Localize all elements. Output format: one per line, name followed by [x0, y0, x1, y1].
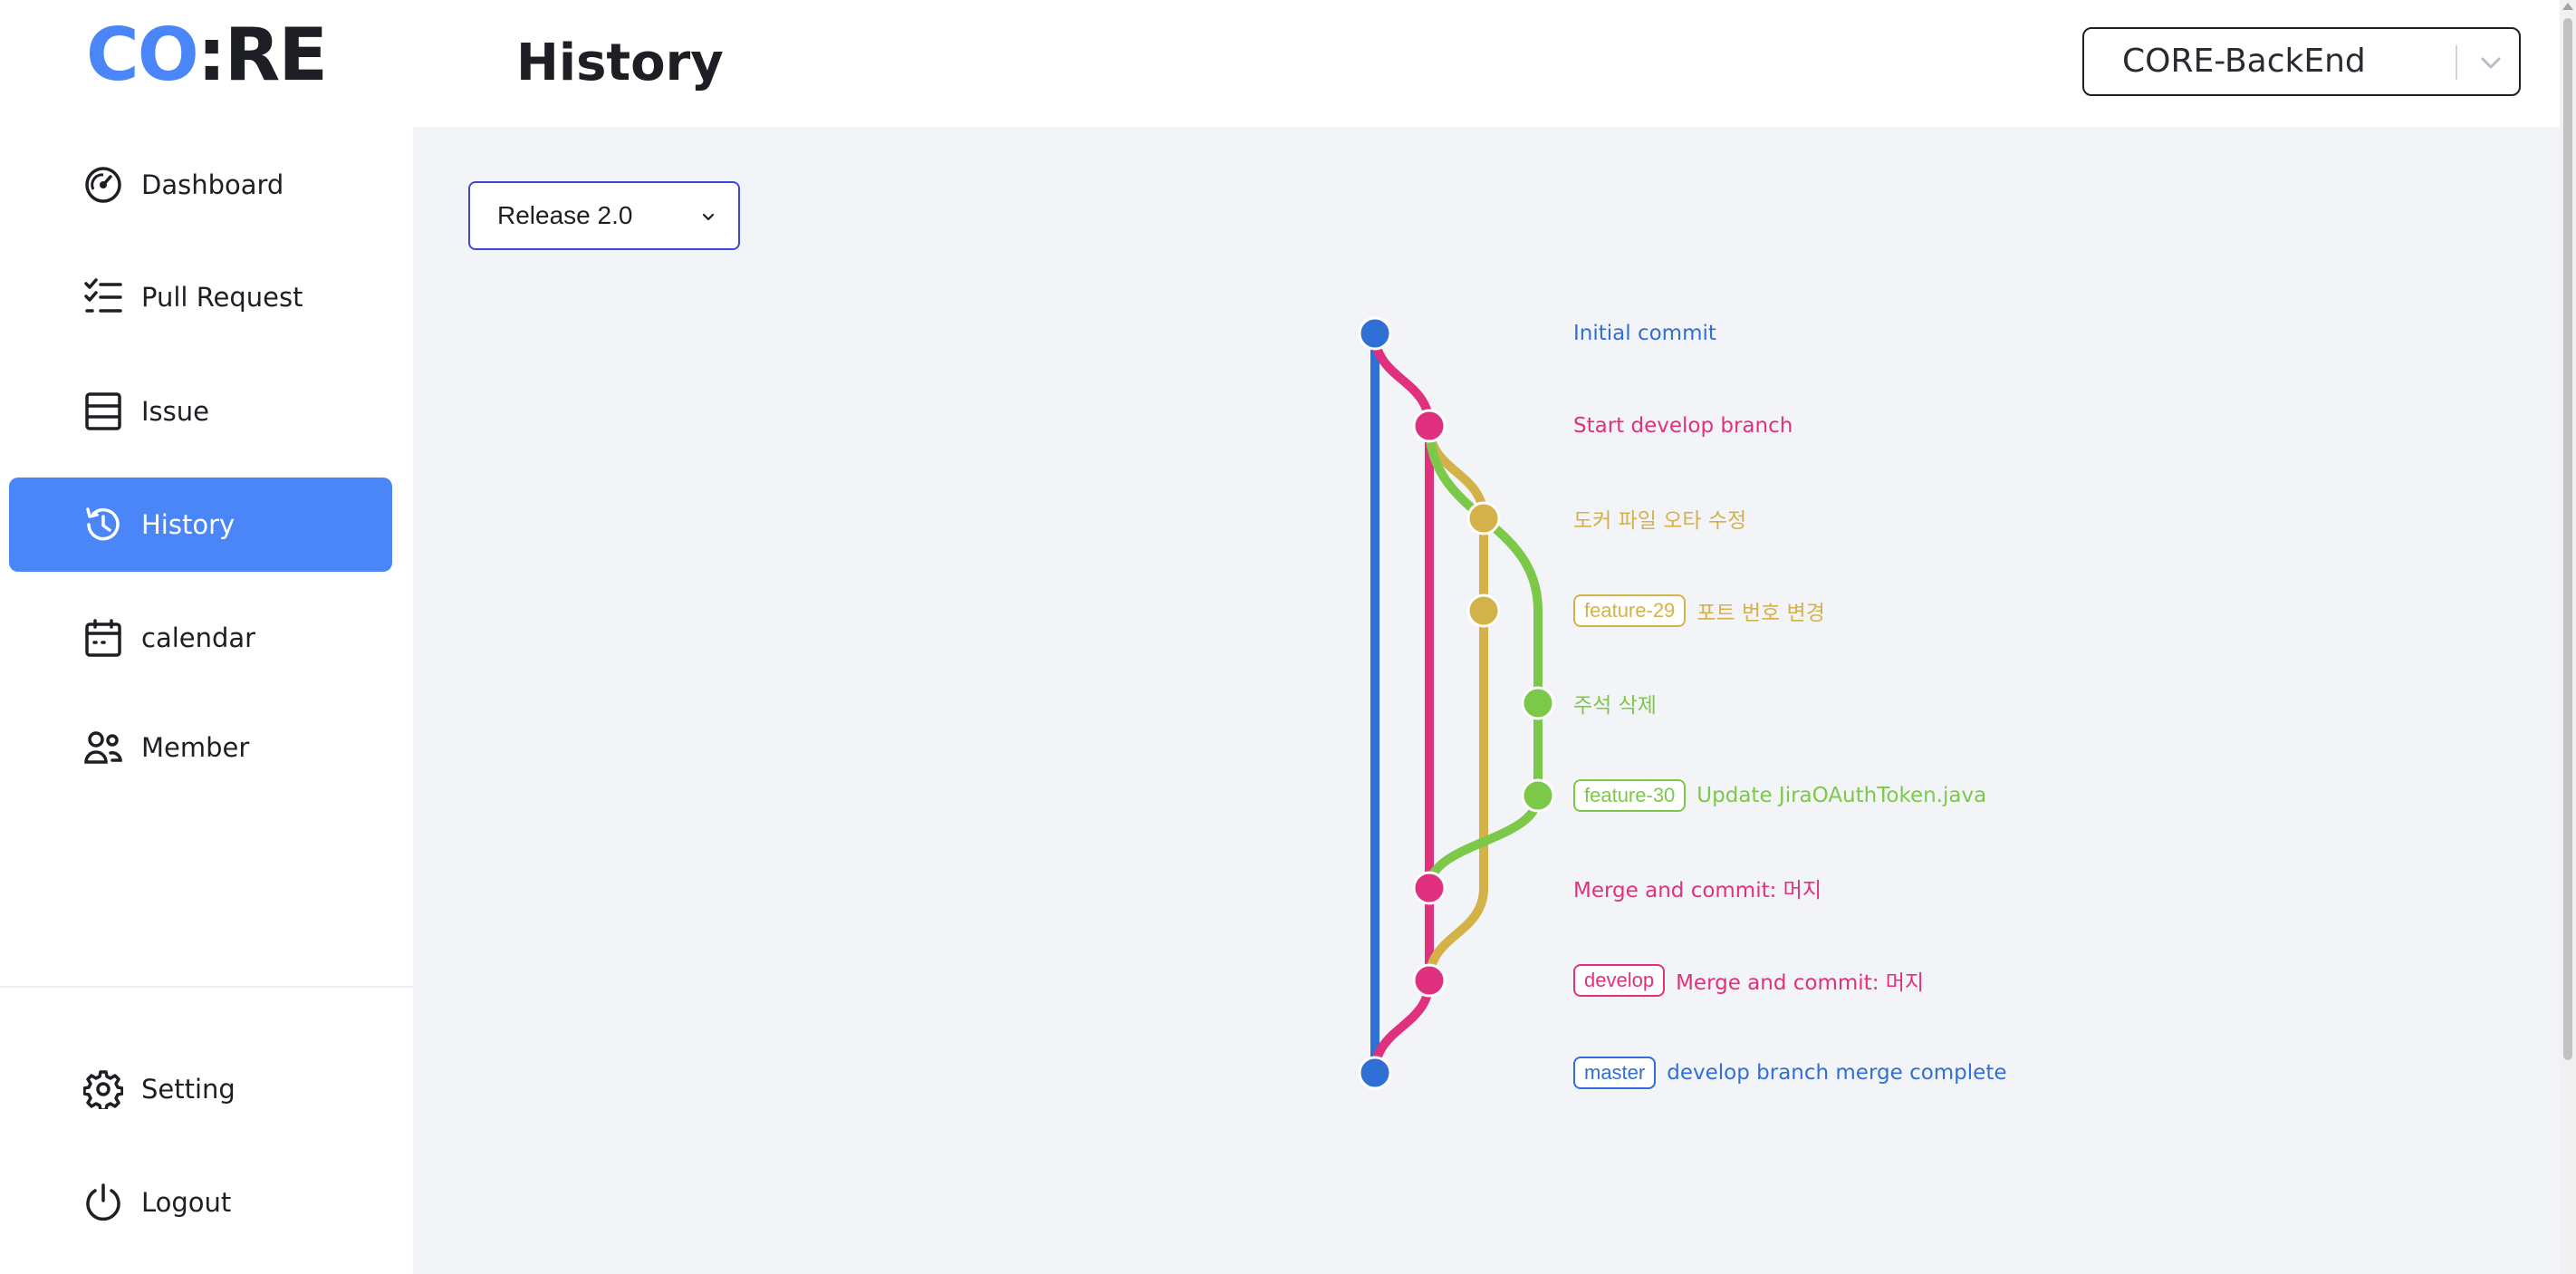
commit-row[interactable]: feature-30 Update JiraOAuthToken.java [1573, 777, 1986, 814]
branch-tag[interactable]: feature-29 [1573, 594, 1687, 627]
commit-message: Start develop branch [1573, 414, 1793, 438]
branch-tag[interactable]: feature-30 [1573, 779, 1687, 812]
main-content [413, 127, 2560, 1274]
select-separator [2456, 45, 2457, 80]
commit-row[interactable]: Merge and commit: 머지 [1573, 870, 1821, 906]
users-icon [83, 728, 123, 767]
sidebar: CO:RE Dashboard Pull Request Issue Histo… [0, 0, 413, 1274]
commit-row[interactable]: 도커 파일 오타 수정 [1573, 500, 1746, 536]
gauge-icon [83, 165, 123, 205]
sidebar-item-label: Dashboard [141, 169, 284, 200]
commit-message: 주석 삭제 [1573, 694, 1657, 718]
chevron-down-icon[interactable] [2474, 45, 2508, 80]
sidebar-item-dashboard[interactable]: Dashboard [9, 138, 392, 232]
sidebar-item-logout[interactable]: Logout [9, 1155, 392, 1250]
commit-row[interactable]: develop Merge and commit: 머지 [1573, 962, 1924, 999]
scrollbar-thumb[interactable] [2563, 18, 2572, 1060]
commit-message: 포트 번호 변경 [1697, 602, 1825, 625]
commit-row[interactable]: master develop branch merge complete [1573, 1055, 2007, 1091]
commit-row[interactable]: Start develop branch [1573, 408, 1793, 444]
checklist-icon [83, 277, 123, 317]
logo-part-co: CO [86, 13, 199, 97]
calendar-icon [83, 618, 123, 658]
page-title: History [516, 34, 724, 92]
sidebar-divider [0, 986, 413, 988]
sidebar-item-label: History [141, 509, 235, 540]
power-icon [83, 1182, 123, 1222]
commit-message: Merge and commit: 머지 [1676, 971, 1925, 995]
sidebar-item-label: Setting [141, 1074, 235, 1105]
logo-part-re: :RE [197, 13, 328, 97]
chevron-down-icon [700, 208, 716, 225]
scroll-up-icon[interactable] [2562, 3, 2573, 10]
commit-message: develop branch merge complete [1667, 1061, 2007, 1085]
commit-message: Initial commit [1573, 322, 1716, 345]
sidebar-item-label: Issue [141, 396, 209, 427]
history-icon [83, 505, 123, 545]
commit-message: Update JiraOAuthToken.java [1697, 784, 1987, 807]
commit-message: 도커 파일 오타 수정 [1573, 509, 1747, 533]
project-select-value: CORE-BackEnd [2122, 43, 2366, 80]
commit-row[interactable]: feature-29 포트 번호 변경 [1573, 593, 1825, 629]
sidebar-item-calendar[interactable]: calendar [9, 591, 392, 685]
sidebar-item-member[interactable]: Member [9, 700, 392, 795]
sidebar-item-label: Member [141, 732, 250, 763]
commit-row[interactable]: 주석 삭제 [1573, 685, 1657, 721]
release-select[interactable]: Release 2.0 [468, 181, 740, 250]
sidebar-item-pull-request[interactable]: Pull Request [9, 250, 392, 344]
sidebar-item-label: Logout [141, 1187, 232, 1218]
sidebar-item-setting[interactable]: Setting [9, 1042, 392, 1136]
project-select[interactable]: CORE-BackEnd [2082, 27, 2521, 96]
app-logo[interactable]: CO:RE [86, 18, 328, 92]
commit-message: Merge and commit: 머지 [1573, 879, 1822, 902]
table-icon [83, 391, 123, 431]
release-select-value: Release 2.0 [497, 201, 633, 229]
sidebar-item-history[interactable]: History [9, 478, 392, 572]
branch-tag[interactable]: develop [1573, 964, 1666, 997]
scrollbar[interactable] [2560, 0, 2576, 1274]
sidebar-item-label: Pull Request [141, 282, 303, 313]
branch-tag[interactable]: master [1573, 1057, 1657, 1089]
commit-row[interactable]: Initial commit [1573, 315, 1716, 352]
sidebar-item-issue[interactable]: Issue [9, 364, 392, 458]
sidebar-item-label: calendar [141, 623, 256, 653]
gear-icon [83, 1069, 123, 1109]
